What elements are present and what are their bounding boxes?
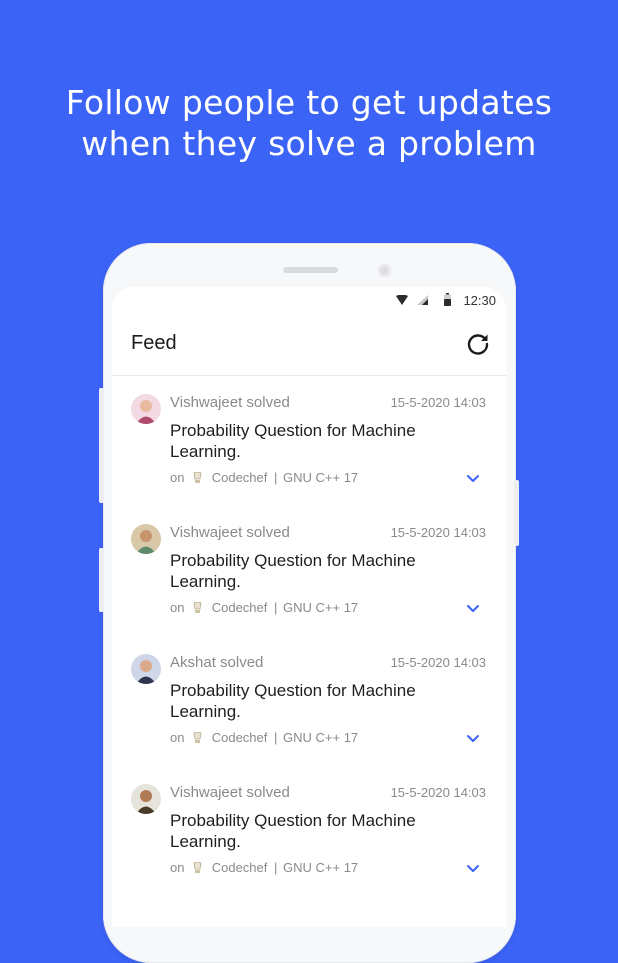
feed-item-title[interactable]: Probability Question for Machine Learnin… bbox=[170, 810, 460, 852]
feed-item-meta: on Codechef | GNU C++ 17 bbox=[170, 730, 358, 745]
feed-item-language: GNU C++ 17 bbox=[283, 470, 359, 485]
feed-item-separator: | bbox=[274, 470, 278, 485]
feed-item-on-label: on bbox=[170, 600, 185, 615]
chevron-down-icon[interactable] bbox=[466, 734, 480, 744]
headline-line-1: Follow people to get updates bbox=[65, 83, 553, 122]
chevron-down-icon[interactable] bbox=[466, 864, 480, 874]
codechef-icon bbox=[193, 472, 202, 483]
phone-camera bbox=[378, 264, 391, 277]
app-bar: Feed bbox=[112, 315, 506, 376]
feed-item-platform: Codechef bbox=[211, 600, 268, 615]
feed-item[interactable]: Vishwajeet solved 15-5-2020 14:03 Probab… bbox=[112, 376, 506, 506]
feed-item-title[interactable]: Probability Question for Machine Learnin… bbox=[170, 550, 460, 592]
refresh-icon[interactable] bbox=[465, 331, 491, 357]
feed-item-author[interactable]: Vishwajeet solved bbox=[170, 784, 290, 801]
avatar[interactable] bbox=[131, 654, 161, 684]
avatar[interactable] bbox=[131, 394, 161, 424]
headline-line-2: when they solve a problem bbox=[81, 124, 537, 163]
feed-item-separator: | bbox=[274, 860, 278, 875]
phone-volume-button bbox=[99, 388, 104, 503]
feed-list: Vishwajeet solved 15-5-2020 14:03 Probab… bbox=[112, 376, 506, 896]
feed-item-author[interactable]: Akshat solved bbox=[170, 654, 263, 671]
avatar[interactable] bbox=[131, 524, 161, 554]
feed-item[interactable]: Vishwajeet solved 15-5-2020 14:03 Probab… bbox=[112, 766, 506, 896]
chevron-down-icon[interactable] bbox=[466, 604, 480, 614]
feed-item-timestamp: 15-5-2020 14:03 bbox=[390, 655, 486, 670]
status-bar: 12:30 bbox=[112, 287, 506, 315]
phone-side-button bbox=[514, 480, 519, 546]
phone-speaker bbox=[283, 267, 338, 273]
feed-item-separator: | bbox=[274, 600, 278, 615]
feed-item-language: GNU C++ 17 bbox=[283, 600, 359, 615]
page-title: Feed bbox=[131, 332, 177, 354]
feed-item-meta: on Codechef | GNU C++ 17 bbox=[170, 860, 358, 875]
codechef-icon bbox=[193, 732, 202, 743]
wifi-icon bbox=[396, 295, 408, 305]
phone-power-button bbox=[99, 548, 104, 612]
feed-item-author[interactable]: Vishwajeet solved bbox=[170, 394, 290, 411]
signal-icon bbox=[417, 295, 428, 305]
phone-screen: 12:30 Feed Vishwajeet solved 15-5-2020 1… bbox=[112, 287, 506, 927]
feed-item[interactable]: Vishwajeet solved 15-5-2020 14:03 Probab… bbox=[112, 506, 506, 636]
feed-item-timestamp: 15-5-2020 14:03 bbox=[390, 785, 486, 800]
chevron-down-icon[interactable] bbox=[466, 474, 480, 484]
feed-item-on-label: on bbox=[170, 730, 185, 745]
feed-item-title[interactable]: Probability Question for Machine Learnin… bbox=[170, 680, 460, 722]
feed-item-platform: Codechef bbox=[211, 470, 268, 485]
codechef-icon bbox=[193, 602, 202, 613]
feed-item-title[interactable]: Probability Question for Machine Learnin… bbox=[170, 420, 460, 462]
feed-item-timestamp: 15-5-2020 14:03 bbox=[390, 525, 486, 540]
feed-item[interactable]: Akshat solved 15-5-2020 14:03 Probabilit… bbox=[112, 636, 506, 766]
feed-item-separator: | bbox=[274, 730, 278, 745]
feed-item-platform: Codechef bbox=[211, 730, 268, 745]
feed-item-platform: Codechef bbox=[211, 860, 268, 875]
status-time: 12:30 bbox=[463, 293, 496, 308]
battery-icon bbox=[444, 293, 451, 306]
feed-item-timestamp: 15-5-2020 14:03 bbox=[390, 395, 486, 410]
feed-item-on-label: on bbox=[170, 860, 185, 875]
feed-item-language: GNU C++ 17 bbox=[283, 730, 359, 745]
feed-item-meta: on Codechef | GNU C++ 17 bbox=[170, 600, 358, 615]
feed-item-on-label: on bbox=[170, 470, 185, 485]
feed-item-meta: on Codechef | GNU C++ 17 bbox=[170, 470, 358, 485]
feed-item-language: GNU C++ 17 bbox=[283, 860, 359, 875]
headline: Follow people to get updates when they s… bbox=[0, 82, 618, 164]
avatar[interactable] bbox=[131, 784, 161, 814]
feed-item-author[interactable]: Vishwajeet solved bbox=[170, 524, 290, 541]
codechef-icon bbox=[193, 862, 202, 873]
